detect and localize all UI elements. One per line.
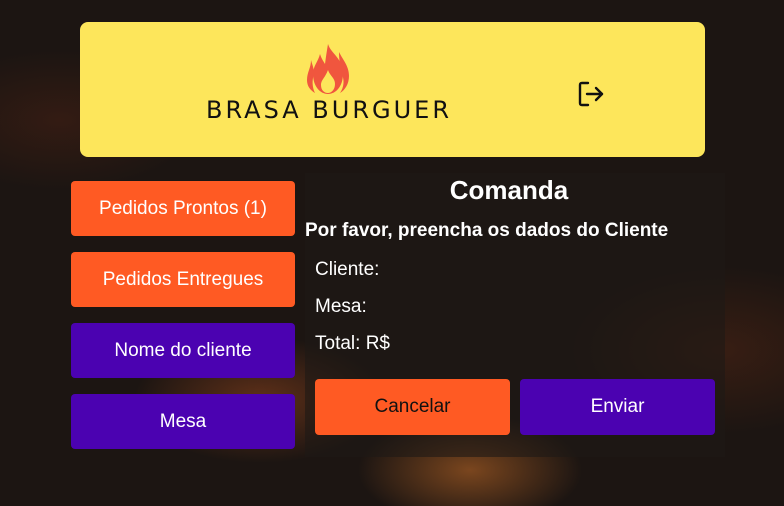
client-name-button[interactable]: Nome do cliente bbox=[71, 323, 295, 378]
mesa-label: Mesa: bbox=[315, 296, 367, 317]
brand-logo-text: BRASA BURGUER bbox=[205, 96, 453, 124]
logout-button[interactable] bbox=[574, 77, 608, 111]
comanda-panel: Comanda Por favor, preencha os dados do … bbox=[305, 173, 725, 457]
flame-icon bbox=[307, 44, 349, 94]
cancel-button[interactable]: Cancelar bbox=[315, 379, 510, 435]
header-banner: BRASA BURGUER bbox=[80, 22, 705, 157]
comanda-title: Comanda bbox=[449, 175, 569, 205]
table-button[interactable]: Mesa bbox=[71, 394, 295, 449]
delivered-orders-button[interactable]: Pedidos Entregues bbox=[71, 252, 295, 307]
comanda-subtitle: Por favor, preencha os dados do Cliente bbox=[305, 220, 669, 241]
total-label: Total: R$ bbox=[315, 333, 390, 354]
send-button[interactable]: Enviar bbox=[520, 379, 715, 435]
ready-orders-button[interactable]: Pedidos Prontos (1) bbox=[71, 181, 295, 236]
logout-icon bbox=[578, 81, 604, 107]
cliente-label: Cliente: bbox=[315, 259, 380, 280]
